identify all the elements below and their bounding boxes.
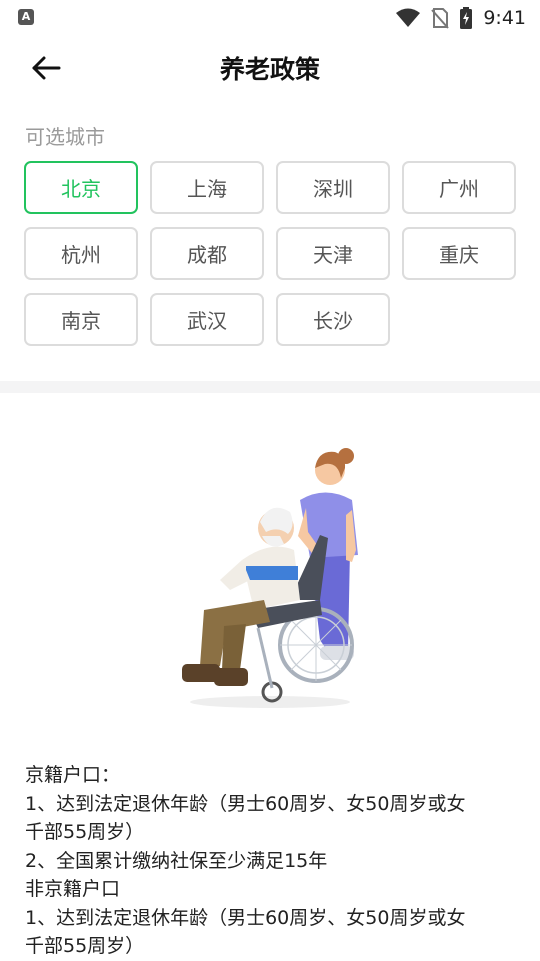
city-button-changsha[interactable]: 长沙 <box>276 293 390 346</box>
city-button-guangzhou[interactable]: 广州 <box>402 161 516 214</box>
city-button-hangzhou[interactable]: 杭州 <box>24 227 138 280</box>
wifi-icon <box>396 8 421 27</box>
policy-line: 千部55周岁） <box>25 935 145 957</box>
policy-line: 非京籍户口 <box>25 878 121 900</box>
battery-charging-icon <box>460 7 473 29</box>
status-bar: A 9:41 <box>0 0 540 36</box>
policy-line: 2、全国累计缴纳社保至少满足15年 <box>25 849 328 872</box>
city-button-shenzhen[interactable]: 深圳 <box>276 161 390 214</box>
city-button-chongqing[interactable]: 重庆 <box>402 227 516 280</box>
policy-line: 1、达到法定退休年龄（男士60周岁、女50周岁或女 <box>25 906 466 929</box>
city-section-label: 可选城市 <box>25 125 105 149</box>
policy-line: 1、达到法定退休年龄（男士60周岁、女50周岁或女 <box>25 792 466 815</box>
city-button-nanjing[interactable]: 南京 <box>24 293 138 346</box>
status-icons: 9:41 <box>395 6 526 30</box>
policy-line: 京籍户口： <box>25 764 121 786</box>
city-button-chengdu[interactable]: 成都 <box>150 227 264 280</box>
city-button-wuhan[interactable]: 武汉 <box>150 293 264 346</box>
policy-text: 京籍户口： 1、达到法定退休年龄（男士60周岁、女50周岁或女 千部55周岁） … <box>25 761 520 961</box>
status-app-letter: A <box>18 9 34 25</box>
caregiver-wheelchair-illustration <box>182 448 358 708</box>
city-button-tianjin[interactable]: 天津 <box>276 227 390 280</box>
policy-line: 千部55周岁） <box>25 821 145 843</box>
notification-icon: A <box>18 9 34 25</box>
status-time: 9:41 <box>483 7 526 29</box>
section-divider <box>0 381 540 393</box>
page-title: 养老政策 <box>219 55 320 84</box>
no-sim-icon <box>431 8 450 29</box>
city-grid: 北京 上海 深圳 广州 杭州 成都 天津 重庆 南京 武汉 长沙 <box>24 161 516 346</box>
city-button-beijing[interactable]: 北京 <box>24 161 138 214</box>
app-header: 养老政策 <box>0 36 540 98</box>
city-button-shanghai[interactable]: 上海 <box>150 161 264 214</box>
